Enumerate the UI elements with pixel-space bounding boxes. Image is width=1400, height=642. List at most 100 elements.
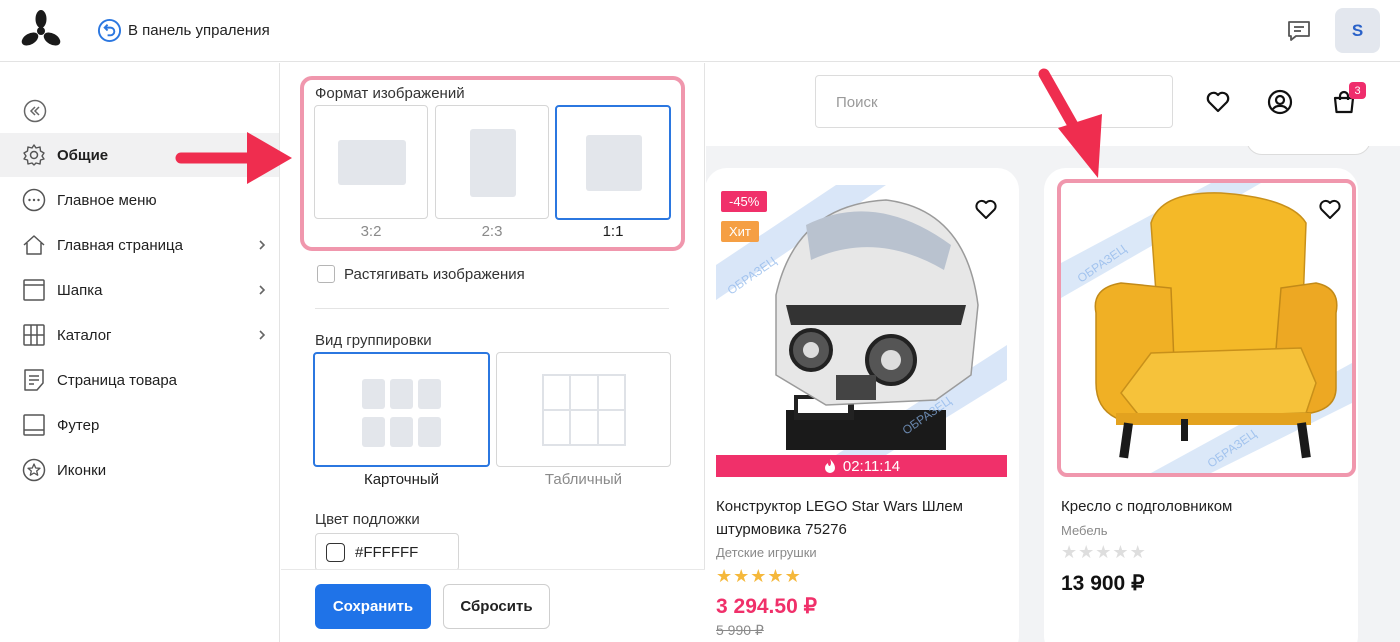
stretch-images-label: Растягивать изображения [344,266,525,283]
rating-stars: ★ ★ ★ ★ ★ [716,566,801,587]
product-category: Мебель [1061,523,1108,538]
chevron-right-icon [259,285,266,295]
format-option-2-3[interactable] [435,105,549,219]
sidebar-item-home-page[interactable]: Главная страница [0,223,279,267]
watermark-text: ОБРАЗЕЦ [725,254,779,298]
format-option-1-1[interactable] [555,105,671,220]
discount-badge: -45% [721,191,768,212]
star-icon: ★ [1112,542,1129,562]
save-button[interactable]: Сохранить [315,584,431,629]
star-circle-icon [22,458,46,482]
format-caption: 3:2 [360,223,382,240]
home-icon [23,235,45,255]
store-search-input[interactable]: Поиск [815,75,1173,128]
add-to-favorites-heart-icon[interactable] [974,198,998,220]
sidebar-item-label: Главная страница [57,236,183,254]
product-title-line: штурмовика 75276 [716,521,847,538]
back-to-dashboard-link[interactable]: В панель упраления [97,18,270,43]
star-icon: ★ [733,566,750,586]
grid-icon [23,324,45,346]
image-format-label: Формат изображений [315,85,465,102]
color-swatch[interactable] [326,542,345,562]
grouping-label: Вид группировки [315,332,432,349]
product-category: Детские игрушки [716,545,817,560]
app-logo-icon[interactable] [20,10,62,50]
product-title-line: Конструктор LEGO Star Wars Шлем [716,498,963,515]
product-title[interactable]: Конструктор LEGO Star Wars Шлем штурмови… [716,495,963,541]
bg-color-value: #FFFFFF [355,543,419,561]
top-bar: В панель упраления S [0,0,1400,62]
format-preview-shape [338,140,406,185]
star-icon: ★ [1061,542,1078,562]
watermark-text: ОБРАЗЕЦ [900,394,954,438]
sidebar-item-header[interactable]: Шапка [0,268,279,312]
chevron-right-icon [259,330,266,340]
user-avatar[interactable]: S [1335,8,1380,53]
bg-color-label: Цвет подложки [315,511,420,528]
fire-icon [824,459,835,473]
dots-circle-icon [22,188,46,212]
star-icon: ★ [767,566,784,586]
annotation-highlight-box [1057,179,1356,477]
grouping-caption: Табличный [544,471,623,488]
cart-count-badge: 3 [1349,82,1366,99]
grouping-caption: Карточный [363,471,440,488]
sidebar-item-icons[interactable]: Иконки [0,448,279,492]
product-card[interactable]: ОБРАЗЕЦ ОБРАЗЕЦ Кресло с подголовником М… [1044,168,1358,642]
format-caption: 2:3 [481,223,503,240]
timer-value: 02:11:14 [842,457,901,475]
annotation-arrow-down-icon [1038,68,1102,178]
rating-stars: ★ ★ ★ ★ ★ [1061,542,1146,563]
header-layout-icon [23,279,45,301]
sidebar-item-label: Страница товара [57,371,178,389]
panel-footer: Сохранить Сбросить [281,569,705,642]
footer-layout-icon [23,414,45,436]
sidebar-item-footer[interactable]: Футер [0,403,279,447]
sidebar-item-label: Шапка [57,281,103,299]
document-icon [24,369,44,391]
sidebar-item-label: Каталог [57,326,112,344]
watermark-overlay: ОБРАЗЕЦ ОБРАЗЕЦ [725,254,954,438]
sidebar-item-label: Общие [57,146,109,164]
chevron-right-icon [259,240,266,250]
product-old-price: 5 990 ₽ [716,622,764,638]
annotation-arrow-right-icon [175,132,292,184]
bg-color-field[interactable]: #FFFFFF [315,533,459,571]
star-icon: ★ [1095,542,1112,562]
hit-badge: Хит [721,221,759,242]
grouping-option-table[interactable] [496,352,671,467]
undo-circle-icon [97,18,122,43]
product-price: 3 294.50 ₽ [716,595,817,618]
product-card[interactable]: ОБРАЗЕЦ ОБРАЗЕЦ -45% Хит 02:11:14 Констр… [706,168,1019,642]
star-icon: ★ [1078,542,1095,562]
table-grid-preview-icon [542,374,626,446]
chat-icon[interactable] [1286,18,1312,44]
card-grid-preview-icon [362,379,441,447]
gear-icon [23,144,45,166]
product-image[interactable]: ОБРАЗЕЦ ОБРАЗЕЦ [716,185,1007,455]
sidebar-item-product-page[interactable]: Страница товара [0,358,279,402]
sidebar-item-catalog[interactable]: Каталог [0,313,279,357]
product-price: 13 900 ₽ [1061,572,1145,595]
favorites-heart-icon[interactable] [1205,89,1231,115]
star-icon: ★ [1129,542,1146,562]
reset-button[interactable]: Сбросить [443,584,550,629]
settings-panel: Формат изображений 3:2 2:3 1:1 Растягива… [281,63,705,642]
sidebar-item-label: Главное меню [57,191,157,209]
format-preview-shape [470,129,516,197]
add-to-favorites-heart-icon[interactable] [1318,198,1342,220]
format-option-3-2[interactable] [314,105,428,219]
account-icon[interactable] [1267,89,1293,115]
sale-timer: 02:11:14 [716,455,1007,477]
stretch-images-checkbox[interactable] [317,265,335,283]
sidebar-item-label: Иконки [57,461,107,479]
grouping-option-card[interactable] [313,352,490,467]
sidebar-item-label: Футер [57,416,100,434]
format-preview-shape [586,135,642,191]
divider [315,308,669,309]
star-icon: ★ [716,566,733,586]
back-label: В панель упраления [128,22,270,39]
collapse-sidebar-icon[interactable] [23,99,47,123]
product-title[interactable]: Кресло с подголовником [1061,495,1232,518]
star-icon: ★ [784,566,801,586]
